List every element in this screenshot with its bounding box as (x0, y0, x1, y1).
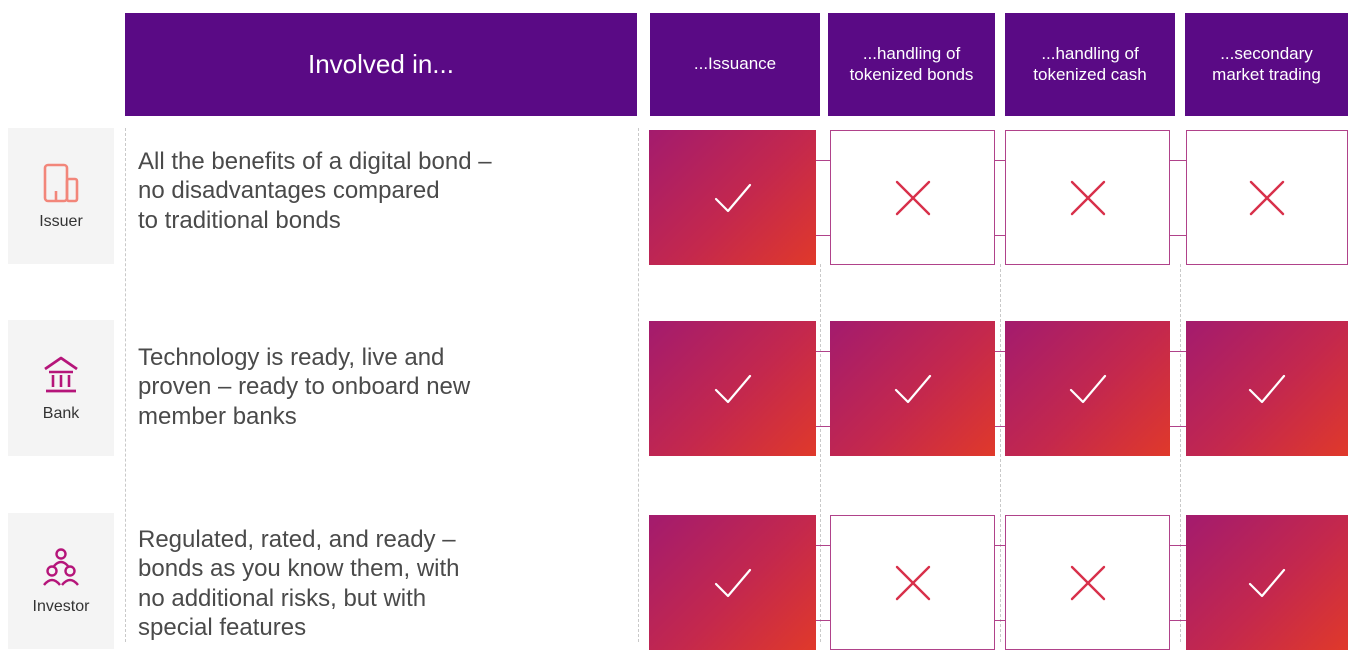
connector-line (995, 160, 1005, 161)
guide-line-col4 (1180, 264, 1181, 642)
header-involved-label: Involved in... (308, 48, 454, 79)
connector-line (816, 426, 830, 427)
connector-line (816, 351, 830, 352)
guide-line-matrix (638, 128, 639, 642)
bank-icon (44, 356, 78, 393)
guide-line-col2 (820, 264, 821, 642)
check-icon (894, 374, 931, 403)
guide-line-descriptions (125, 128, 126, 642)
row-issuer-description-line: All the benefits of a digital bond – (138, 148, 492, 175)
check-icon (1248, 374, 1286, 403)
persona-investor: Investor (8, 513, 114, 649)
connector-line (1170, 545, 1186, 546)
connector-line (816, 160, 830, 161)
row-investor-description-line: Regulated, rated, and ready – (138, 526, 456, 553)
guide-line-col3 (1000, 264, 1001, 642)
cell-investor-issuance-yes (649, 515, 816, 650)
row-issuer-description: All the benefits of a digital bond – no … (138, 147, 628, 235)
column-header-secondary-trading: ...secondary market trading (1185, 13, 1348, 116)
connector-line (1170, 235, 1186, 236)
connector-line (995, 620, 1005, 621)
cell-investor-secondary-trading-yes (1186, 515, 1348, 650)
check-icon (714, 568, 751, 597)
column-header-tokenized-cash-line2: tokenized cash (1033, 64, 1147, 84)
connector-line (995, 545, 1005, 546)
cross-icon (895, 565, 930, 600)
cell-issuer-issuance-yes (649, 130, 816, 265)
column-header-tokenized-cash-line1: ...handling of (1041, 44, 1139, 64)
cross-icon (1249, 180, 1285, 215)
check-icon (714, 183, 751, 212)
column-header-issuance-line1: ...Issuance (693, 54, 777, 74)
row-investor-description-line: special features (138, 613, 307, 641)
connector-line (816, 235, 830, 236)
cell-bank-tokenized-bonds-yes (830, 321, 995, 456)
column-header-secondary-trading-line1: ...secondary (1220, 44, 1313, 64)
cell-investor-tokenized-bonds-no (830, 515, 995, 650)
column-header-tokenized-bonds: ...handling of tokenized bonds (828, 13, 995, 116)
connector-line (1170, 351, 1186, 352)
header-involved-in: Involved in... (125, 13, 637, 116)
connector-line (816, 620, 830, 621)
people-group-icon (43, 548, 79, 586)
row-bank-description-line: member banks (138, 402, 297, 430)
row-bank-description-line: proven – ready to onboard new (138, 373, 471, 401)
row-bank-description: Technology is ready, live and proven – r… (138, 343, 628, 431)
persona-investor-label: Investor (32, 598, 90, 615)
cell-bank-secondary-trading-yes (1186, 321, 1348, 456)
column-header-tokenized-cash: ...handling of tokenized cash (1005, 13, 1175, 116)
check-icon (1069, 374, 1106, 403)
cross-icon (1070, 180, 1105, 215)
row-investor-description: Regulated, rated, and ready – bonds as y… (138, 525, 628, 642)
column-header-secondary-trading-line2: market trading (1212, 64, 1321, 84)
connector-line (1170, 426, 1186, 427)
column-header-issuance: ...Issuance (650, 13, 820, 116)
building-icon (43, 163, 79, 203)
row-investor-description-line: bonds as you know them, with (138, 555, 460, 583)
cell-bank-tokenized-cash-yes (1005, 321, 1170, 456)
persona-bank-label: Bank (42, 405, 80, 422)
check-icon (1248, 568, 1286, 597)
cross-icon (895, 180, 930, 215)
cell-issuer-tokenized-cash-no (1005, 130, 1170, 265)
check-icon (714, 374, 751, 403)
cell-issuer-secondary-trading-no (1186, 130, 1348, 265)
connector-line (1170, 160, 1186, 161)
connector-line (1170, 620, 1186, 621)
row-issuer-description-line: no disadvantages compared (138, 177, 440, 205)
connector-line (816, 545, 830, 546)
persona-bank: Bank (8, 320, 114, 456)
cell-issuer-tokenized-bonds-no (830, 130, 995, 265)
cross-icon (1070, 565, 1105, 600)
row-issuer-description-line: to traditional bonds (138, 206, 341, 234)
cell-bank-issuance-yes (649, 321, 816, 456)
persona-issuer-label: Issuer (39, 213, 83, 230)
row-bank-description-line: Technology is ready, live and (138, 344, 445, 371)
persona-issuer: Issuer (8, 128, 114, 264)
column-header-tokenized-bonds-line1: ...handling of (862, 44, 961, 64)
connector-line (995, 351, 1005, 352)
cell-investor-tokenized-cash-no (1005, 515, 1170, 650)
row-investor-description-line: no additional risks, but with (138, 584, 427, 612)
connector-line (995, 235, 1005, 236)
column-header-tokenized-bonds-line2: tokenized bonds (849, 64, 974, 84)
connector-line (995, 426, 1005, 427)
